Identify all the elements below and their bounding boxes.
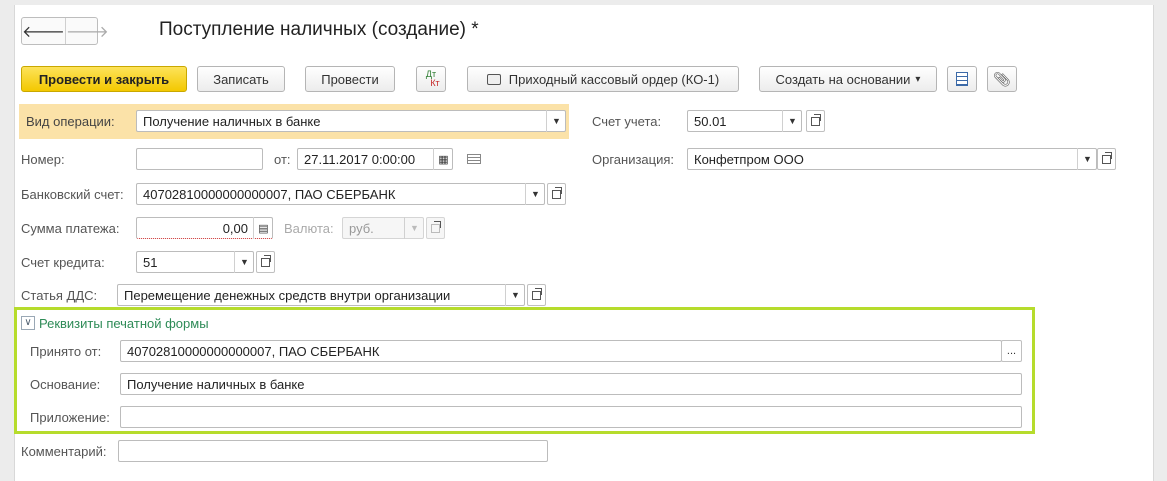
payment-sum-input[interactable]: 0,00 ▤ <box>136 217 273 239</box>
attachment-input[interactable] <box>120 406 1022 428</box>
post-button[interactable]: Провести <box>305 66 395 92</box>
organization-value: Конфетпром ООО <box>694 151 804 167</box>
printer-icon <box>486 73 501 85</box>
paperclip-icon: 📎︎ <box>993 70 1011 87</box>
calculator-icon[interactable]: ▤ <box>253 217 273 239</box>
operation-type-value: Получение наличных в банке <box>143 113 321 129</box>
bank-account-select[interactable]: 40702810000000000007, ПАО СБЕРБАНК ▼ <box>136 183 545 205</box>
dt-kt-button[interactable]: Дт Кт <box>416 66 446 92</box>
comment-label: Комментарий: <box>21 444 107 459</box>
bank-account-label: Банковский счет: <box>21 187 124 202</box>
open-icon <box>552 186 562 199</box>
open-icon <box>811 113 821 126</box>
basis-value: Получение наличных в банке <box>127 376 305 392</box>
open-icon <box>532 287 542 300</box>
account-label: Счет учета: <box>592 114 662 129</box>
currency-select[interactable]: руб. ▼ <box>342 217 424 239</box>
forward-arrow-icon[interactable]: 🡒 <box>66 18 109 44</box>
structure-button[interactable] <box>947 66 977 92</box>
currency-open-button[interactable] <box>426 217 445 239</box>
dds-item-label: Статья ДДС: <box>21 288 98 303</box>
print-cash-order-button[interactable]: Приходный кассовый ордер (КО-1) <box>467 66 739 92</box>
payment-sum-label: Сумма платежа: <box>21 221 120 236</box>
create-based-on-button[interactable]: Создать на основании ▾ <box>759 66 937 92</box>
structure-icon <box>956 72 968 86</box>
dds-item-value: Перемещение денежных средств внутри орга… <box>124 287 451 303</box>
page-title: Поступление наличных (создание) * <box>159 19 479 40</box>
number-settings-icon[interactable] <box>467 154 481 164</box>
dds-item-open-button[interactable] <box>527 284 546 306</box>
received-from-label: Принято от: <box>30 344 102 359</box>
create-based-on-label: Создать на основании <box>775 71 911 87</box>
received-from-select-button[interactable]: ... <box>1001 340 1022 362</box>
organization-label: Организация: <box>592 152 675 167</box>
chevron-down-icon[interactable]: ▼ <box>234 251 254 273</box>
basis-input[interactable]: Получение наличных в банке <box>120 373 1022 395</box>
attachment-label: Приложение: <box>30 410 110 425</box>
dds-item-select[interactable]: Перемещение денежных средств внутри орга… <box>117 284 525 306</box>
organization-select[interactable]: Конфетпром ООО ▼ <box>687 148 1097 170</box>
credit-account-select[interactable]: 51 ▼ <box>136 251 254 273</box>
date-input[interactable]: 27.11.2017 0:00:00 ▦ <box>297 148 453 170</box>
post-and-close-button[interactable]: Провести и закрыть <box>21 66 187 92</box>
collapse-toggle[interactable]: ∨ <box>21 316 35 330</box>
bank-account-open-button[interactable] <box>547 183 566 205</box>
payment-sum-value: 0,00 <box>222 220 248 236</box>
operation-type-label: Вид операции: <box>26 114 115 129</box>
account-open-button[interactable] <box>806 110 825 132</box>
chevron-down-icon[interactable]: ▼ <box>782 110 802 132</box>
open-icon <box>431 220 441 233</box>
open-icon <box>1102 151 1112 164</box>
chevron-down-icon[interactable]: ▼ <box>1077 148 1097 170</box>
date-label: от: <box>274 152 291 167</box>
print-cash-order-label: Приходный кассовый ордер (КО-1) <box>508 71 720 87</box>
chevron-down-icon[interactable]: ▼ <box>546 110 566 132</box>
attach-file-button[interactable]: 📎︎ <box>987 66 1017 92</box>
chevron-down-icon: ▾ <box>915 73 921 85</box>
date-value: 27.11.2017 0:00:00 <box>304 151 416 167</box>
chevron-down-icon: ∨ <box>24 317 32 328</box>
calendar-icon[interactable]: ▦ <box>433 148 453 170</box>
credit-account-open-button[interactable] <box>256 251 275 273</box>
received-from-input[interactable]: 40702810000000000007, ПАО СБЕРБАНК <box>120 340 1002 362</box>
organization-open-button[interactable] <box>1097 148 1116 170</box>
kt-label: Кт <box>430 78 440 88</box>
number-input[interactable] <box>136 148 263 170</box>
back-arrow-icon[interactable]: 🡐 <box>22 18 65 44</box>
credit-account-value: 51 <box>143 254 158 270</box>
open-icon <box>261 254 271 267</box>
number-label: Номер: <box>21 152 65 167</box>
comment-input[interactable] <box>118 440 548 462</box>
credit-account-label: Счет кредита: <box>21 255 105 270</box>
received-from-value: 40702810000000000007, ПАО СБЕРБАНК <box>127 343 380 359</box>
basis-label: Основание: <box>30 377 101 392</box>
chevron-down-icon[interactable]: ▼ <box>525 183 545 205</box>
account-value: 50.01 <box>694 113 727 129</box>
operation-type-select[interactable]: Получение наличных в банке ▼ <box>136 110 566 132</box>
print-form-group-title[interactable]: Реквизиты печатной формы <box>39 316 209 331</box>
bank-account-value: 40702810000000000007, ПАО СБЕРБАНК <box>143 186 396 202</box>
chevron-down-icon[interactable]: ▼ <box>404 217 424 239</box>
currency-label: Валюта: <box>284 221 334 236</box>
account-select[interactable]: 50.01 ▼ <box>687 110 802 132</box>
nav-buttons: 🡐 🡒 <box>21 17 109 45</box>
save-button[interactable]: Записать <box>197 66 285 92</box>
chevron-down-icon[interactable]: ▼ <box>505 284 525 306</box>
